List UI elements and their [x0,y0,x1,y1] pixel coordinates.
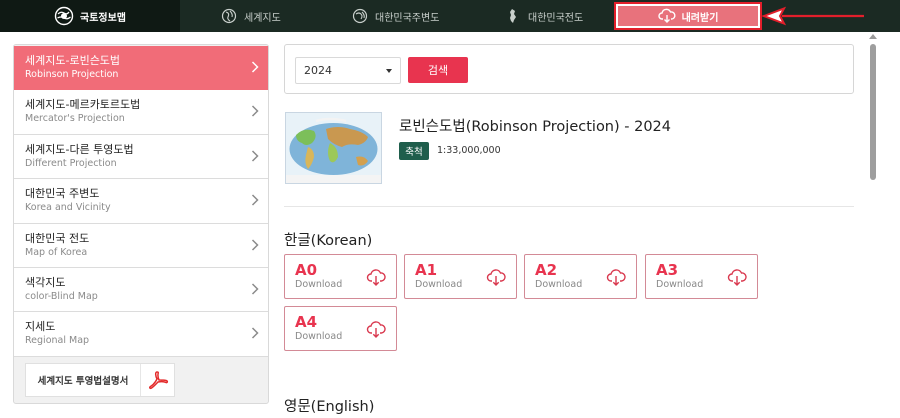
sidebar-item-sublabel: Robinson Projection [25,69,119,80]
sidebar-item-sublabel: Korea and Vicinity [25,202,111,214]
cloud-download-icon [657,8,676,23]
sidebar-item-robinson[interactable]: 세계지도-로빈슨도법 Robinson Projection [14,46,268,91]
nav-item-label: 대한민국주변도 [375,12,440,24]
nav-download-highlight: 내려받기 [614,2,762,30]
scale-badge: 축척 [399,142,429,160]
download-label: Download [415,279,463,290]
sidebar-item-sublabel: color-Blind Map [25,290,98,302]
paper-size-label: A3 [656,261,679,279]
sidebar-item-sublabel: Mercator's Projection [25,113,125,125]
download-a4-button[interactable]: A4 Download [284,306,397,351]
sidebar-item-map-of-korea[interactable]: 대한민국 전도 Map of Korea [14,223,268,268]
world-map-thumbnail-icon [286,113,381,183]
sidebar-item-label: 색각지도 [25,275,66,289]
sidebar-list: 세계지도-로빈슨도법 Robinson Projection 세계지도-메르카토… [14,46,268,357]
scale-value: 1:33,000,000 [437,145,501,156]
nav-item-world-map[interactable]: 세계지도 [221,0,281,32]
paper-size-label: A1 [415,261,438,279]
sidebar-item-color-blind[interactable]: 색각지도 color-Blind Map [14,267,268,313]
chevron-right-icon [251,105,259,117]
sidebar-item-label: 세계지도-다른 투영도법 [25,142,134,156]
sidebar-item-label: 대한민국 전도 [25,231,90,245]
caret-down-icon [386,69,392,73]
scrollbar-thumb[interactable] [870,44,876,180]
korea-map-icon [510,9,516,23]
paper-size-label: A0 [295,261,318,279]
chevron-right-icon [251,239,259,251]
chevron-right-icon [251,150,259,162]
search-panel: 2024 검색 [284,44,854,94]
chevron-right-icon [251,61,259,73]
cloud-download-icon [486,269,506,286]
globe-icon [221,8,237,24]
cloud-download-icon [606,269,626,286]
manual-icon-wrapper [140,364,174,396]
nav-item-korea-vicinity[interactable]: 대한민국주변도 [352,0,439,32]
section-title-english: 영문(English) [284,399,375,415]
cloud-download-icon [366,269,386,286]
logo-text: 국토정보맵 [80,12,126,24]
logo[interactable]: 국토정보맵 [0,0,180,32]
download-label: Download [656,279,704,290]
download-a3-button[interactable]: A3 Download [645,254,758,299]
search-button[interactable]: 검색 [408,57,468,83]
sidebar-item-label: 대한민국 주변도 [25,187,100,201]
chevron-right-icon [251,194,259,206]
paper-size-label: A2 [535,261,558,279]
nav-item-korea-map[interactable]: 대한민국전도 [505,0,583,32]
nav-download-label: 내려받기 [681,12,719,24]
chevron-right-icon [251,327,259,339]
download-label: Download [295,279,343,290]
globe-icon [352,8,368,24]
divider [284,206,854,207]
nav-download-button[interactable]: 내려받기 [618,6,758,26]
cloud-download-icon [727,269,747,286]
year-select-value: 2024 [304,64,332,77]
map-title: 로빈슨도법(Robinson Projection) - 2024 [399,119,672,135]
sidebar-item-label: 세계지도-메르카토르도법 [25,98,141,112]
year-select[interactable]: 2024 [295,57,401,84]
sidebar-item-sublabel: Regional Map [25,335,90,347]
projection-manual-button[interactable]: 세계지도 투영법설명서 [25,363,175,397]
cloud-download-icon [366,321,386,338]
sidebar-item-different-projection[interactable]: 세계지도-다른 투영도법 Different Projection [14,134,268,180]
section-title-korean: 한글(Korean) [284,233,373,249]
download-label: Download [295,331,343,342]
sidebar: 세계지도-로빈슨도법 Robinson Projection 세계지도-메르카토… [13,44,269,404]
sidebar-item-korea-vicinity[interactable]: 대한민국 주변도 Korea and Vicinity [14,179,268,224]
nav-item-label: 세계지도 [244,12,281,24]
nav-item-label: 대한민국전도 [528,12,584,24]
sidebar-item-label: 지세도 [25,320,56,334]
pdf-icon [148,371,168,390]
chevron-right-icon [251,283,259,295]
projection-manual-label: 세계지도 투영법설명서 [37,376,129,387]
page: 국토정보맵 세계지도 대한민국주변도 대한민국전도 내려받기 세계지도-로빈슨도… [0,0,900,418]
sidebar-item-sublabel: Map of Korea [25,246,88,258]
sidebar-item-label: 세계지도-로빈슨도법 [25,54,121,67]
sidebar-item-regional[interactable]: 지세도 Regional Map [14,312,268,357]
download-a1-button[interactable]: A1 Download [404,254,517,299]
scroll-up-arrow-icon[interactable] [869,34,877,39]
paper-size-label: A4 [295,313,318,331]
logo-globe-icon [54,6,74,26]
download-a0-button[interactable]: A0 Download [284,254,397,299]
sidebar-item-sublabel: Different Projection [25,157,117,169]
annotation-arrow-icon [762,6,864,26]
sidebar-item-mercator[interactable]: 세계지도-메르카토르도법 Mercator's Projection [14,90,268,135]
download-label: Download [535,279,583,290]
map-thumbnail[interactable] [285,112,382,184]
download-a2-button[interactable]: A2 Download [524,254,637,299]
